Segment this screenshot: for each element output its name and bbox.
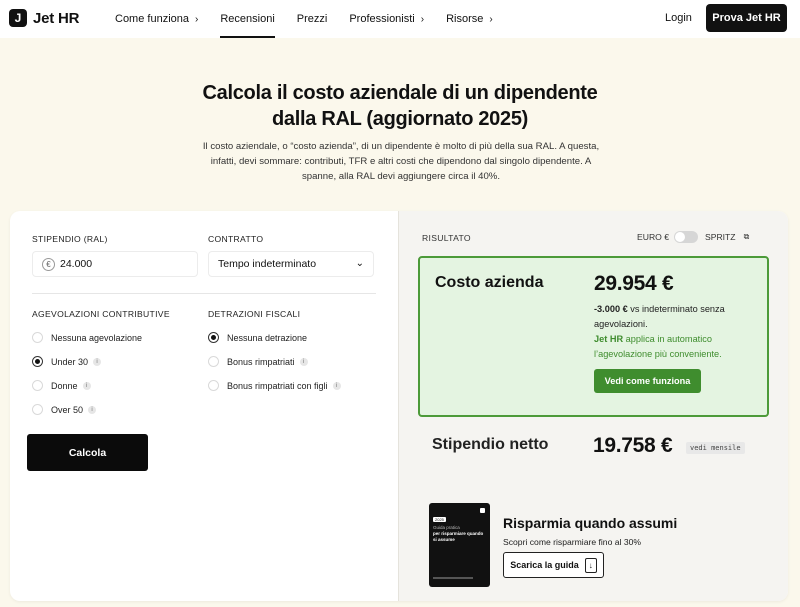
- nav-item-label: Recensioni: [220, 13, 275, 25]
- page-title-line-2: dalla RAL (aggiornato 2025): [271, 108, 529, 130]
- logo[interactable]: J Jet HR: [9, 9, 80, 27]
- top-navbar: J Jet HR Come funziona › Recensioni Prez…: [0, 0, 800, 38]
- stipendio-netto-label: Stipendio netto: [432, 436, 549, 453]
- guide-cover-image: 2025 Guida pratica per risparmiare quand…: [429, 503, 490, 587]
- info-icon[interactable]: i: [88, 405, 97, 414]
- toggle-switch[interactable]: [674, 231, 698, 243]
- contratto-select[interactable]: Tempo indeterminato ⌄: [208, 251, 374, 277]
- euro-icon: €: [42, 257, 55, 271]
- nav-item-risorse[interactable]: Risorse ›: [446, 0, 493, 38]
- jethr-note: Jet HR applica in automatico l’agevolazi…: [594, 332, 764, 362]
- nav-item-label: Prezzi: [296, 13, 328, 25]
- brand-mark-icon: [480, 508, 485, 513]
- page-description: Il costo aziendale, o “costo azienda”, d…: [202, 141, 600, 182]
- chevron-right-icon: ›: [489, 13, 493, 25]
- stipendio-value: 24.000: [60, 258, 93, 270]
- logo-mark-icon: J: [9, 9, 27, 27]
- nav-item-label: Professionisti: [349, 13, 415, 25]
- radio-label: Donne: [51, 380, 78, 391]
- radio-button[interactable]: [32, 380, 43, 391]
- costo-azienda-label: Costo azienda: [435, 274, 544, 291]
- radio-label: Nessuna detrazione: [227, 332, 308, 343]
- radio-donne[interactable]: Donne i: [32, 380, 91, 391]
- nav-item-recensioni[interactable]: Recensioni: [220, 0, 276, 38]
- toggle-label-euro: EURO €: [637, 232, 669, 242]
- radio-bonus-rimpatriati-figli[interactable]: Bonus rimpatriati con figli i: [208, 380, 341, 391]
- form-divider: [32, 293, 376, 294]
- info-icon[interactable]: i: [332, 381, 341, 390]
- logo-text: Jet HR: [33, 9, 80, 27]
- radio-nessuna-detrazione[interactable]: Nessuna detrazione: [208, 332, 307, 343]
- radio-button[interactable]: [32, 332, 43, 343]
- agevolazioni-label: AGEVOLAZIONI CONTRIBUTIVE: [32, 309, 170, 319]
- download-icon: ↓: [584, 557, 597, 573]
- risultato-label: RISULTATO: [422, 233, 471, 243]
- guide-title: Risparmia quando assumi: [503, 515, 678, 531]
- chevron-down-icon: ⌄: [355, 258, 364, 269]
- nav-item-prezzi[interactable]: Prezzi: [297, 0, 328, 38]
- nav-item-label: Come funziona: [115, 13, 189, 25]
- radio-label: Under 30: [51, 356, 89, 367]
- result-panel: RISULTATO EURO € SPRITZ ⧉ Costo azienda …: [398, 211, 788, 601]
- page-title-line-1: Calcola il costo aziendale di un dipende…: [202, 82, 598, 104]
- guide-subtitle: Scopri come risparmiare fino al 30%: [503, 537, 642, 547]
- vedi-come-funziona-button[interactable]: Vedi come funziona: [594, 369, 701, 393]
- nav-item-label: Risorse: [446, 13, 484, 25]
- costo-azienda-value: 29.954 €: [594, 272, 674, 295]
- prova-jet-hr-button[interactable]: Prova Jet HR: [706, 4, 787, 32]
- toggle-label-spritz: SPRITZ: [705, 232, 736, 242]
- info-icon[interactable]: i: [82, 381, 91, 390]
- calcola-button[interactable]: Calcola: [27, 434, 148, 471]
- stipendio-netto-value: 19.758 €: [593, 434, 673, 457]
- radio-button[interactable]: [208, 380, 219, 391]
- guide-year-tag: 2025: [433, 517, 446, 522]
- radio-label: Nessuna agevolazione: [51, 332, 143, 343]
- chevron-right-icon: ›: [195, 13, 199, 25]
- guide-cover-subtitle: Guida pratica: [433, 525, 460, 530]
- guide-cover-footer: [433, 577, 473, 579]
- detrazioni-label: DETRAZIONI FISCALI: [208, 309, 301, 319]
- currency-toggle[interactable]: EURO € SPRITZ ⧉: [637, 231, 749, 243]
- radio-nessuna-agevolazione[interactable]: Nessuna agevolazione: [32, 332, 142, 343]
- radio-button-selected[interactable]: [208, 332, 219, 343]
- login-link[interactable]: Login: [665, 12, 692, 24]
- vedi-mensile-badge[interactable]: vedi mensile: [686, 442, 745, 454]
- contratto-value: Tempo indeterminato: [218, 258, 317, 270]
- info-icon[interactable]: i: [299, 357, 308, 366]
- guide-cover-title: per risparmiare quando si assume: [433, 531, 484, 542]
- scarica-guida-label: Scarica la guida: [510, 560, 579, 570]
- nav-item-come-funziona[interactable]: Come funziona ›: [115, 0, 198, 38]
- radio-label: Over 50: [51, 404, 84, 415]
- radio-button-selected[interactable]: [32, 356, 43, 367]
- calculator-card: STIPENDIO (RAL) € 24.000 CONTRATTO Tempo…: [10, 211, 788, 601]
- radio-label: Bonus rimpatriati: [227, 356, 295, 367]
- nav-item-professionisti[interactable]: Professionisti ›: [349, 0, 424, 38]
- radio-under-30[interactable]: Under 30 i: [32, 356, 102, 367]
- page-title: Calcola il costo aziendale di un dipende…: [0, 80, 800, 132]
- radio-bonus-rimpatriati[interactable]: Bonus rimpatriati i: [208, 356, 308, 367]
- nav-menu: Come funziona › Recensioni Prezzi Profes…: [115, 0, 515, 38]
- radio-over-50[interactable]: Over 50 i: [32, 404, 97, 415]
- costo-azienda-box: Costo azienda 29.954 € -3.000 € vs indet…: [418, 256, 769, 417]
- radio-label: Bonus rimpatriati con figli: [227, 380, 328, 391]
- external-link-icon[interactable]: ⧉: [744, 232, 750, 242]
- radio-button[interactable]: [32, 404, 43, 415]
- scarica-guida-button[interactable]: Scarica la guida ↓: [503, 552, 604, 578]
- chevron-right-icon: ›: [420, 13, 425, 25]
- stipendio-input[interactable]: € 24.000: [32, 251, 198, 277]
- savings-note: -3.000 € vs indeterminato senza agevolaz…: [594, 302, 764, 332]
- stipendio-label: STIPENDIO (RAL): [32, 234, 108, 244]
- savings-amount: -3.000 €: [594, 304, 628, 314]
- info-icon[interactable]: i: [93, 357, 102, 366]
- jethr-brand: Jet HR: [594, 334, 624, 344]
- radio-button[interactable]: [208, 356, 219, 367]
- contratto-label: CONTRATTO: [208, 234, 264, 244]
